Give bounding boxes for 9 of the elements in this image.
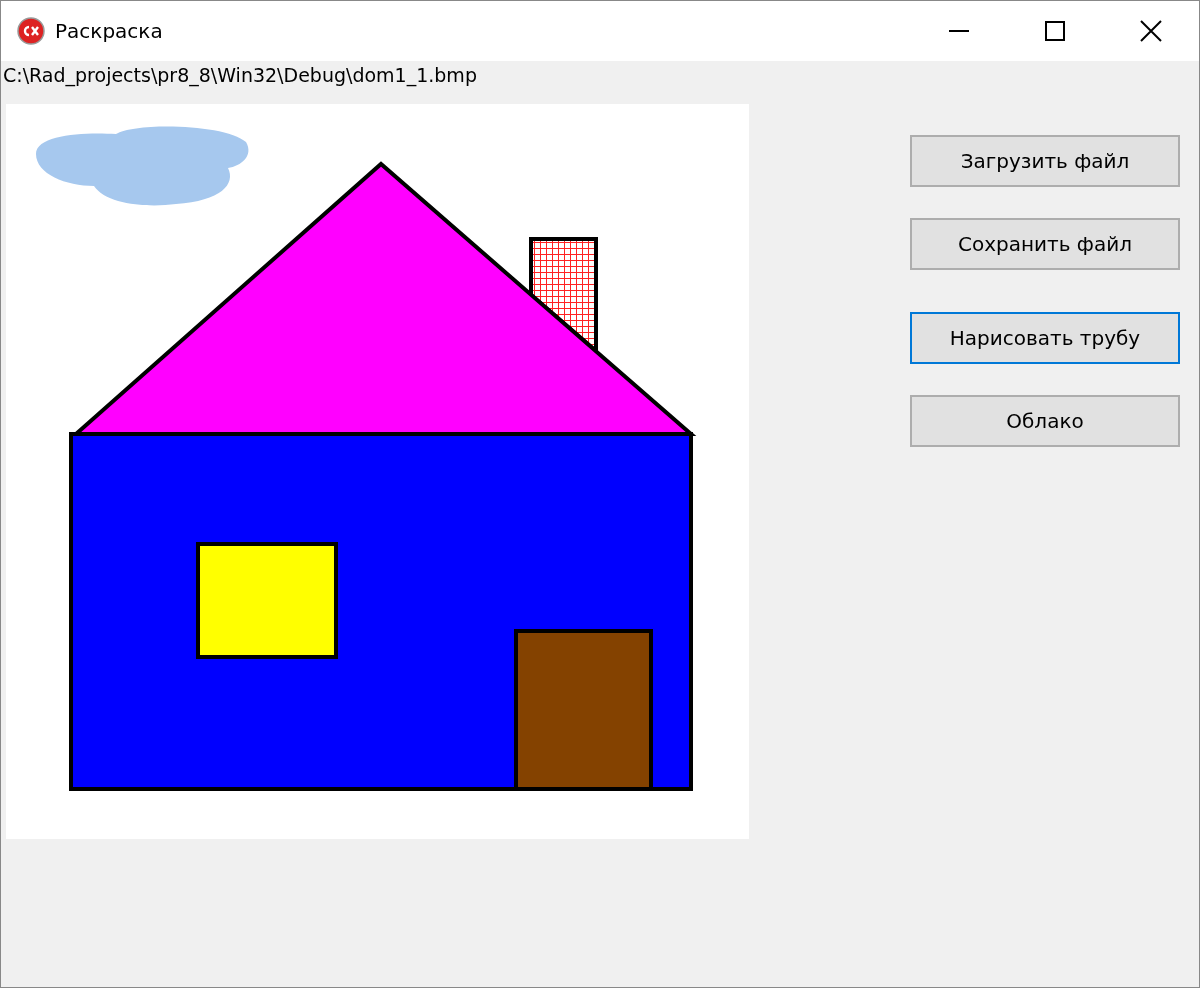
window-title: Раскраска [55, 18, 163, 45]
close-icon[interactable] [1140, 20, 1162, 42]
file-path-label: C:\Rad_projects\pr8_8\Win32\Debug\dom1_1.bmp [2, 63, 477, 89]
maximize-icon[interactable] [1045, 21, 1065, 41]
app-icon [17, 17, 45, 45]
action-button[interactable]: Сохранить файл [910, 218, 1180, 270]
action-button[interactable]: Нарисовать трубу [910, 312, 1180, 364]
action-button[interactable]: Облако [910, 395, 1180, 447]
action-button[interactable]: Загрузить файл [910, 135, 1180, 187]
